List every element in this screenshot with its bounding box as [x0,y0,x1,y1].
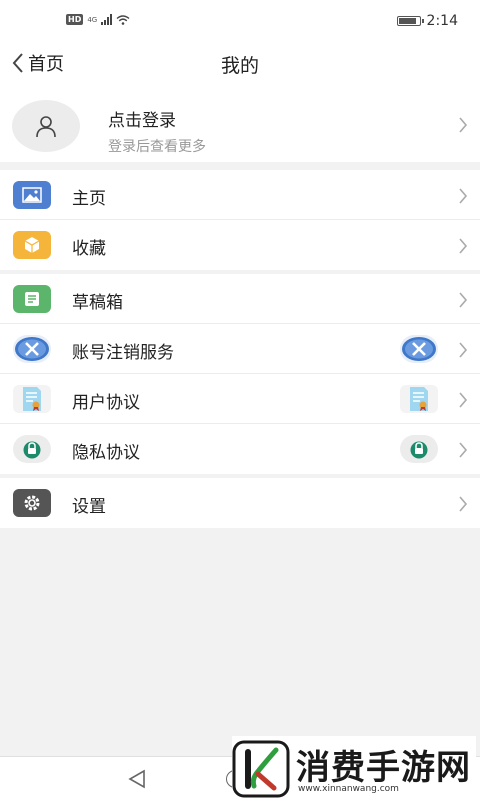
triangle-back-icon[interactable] [126,769,148,789]
menu-item-account-deletion[interactable]: 账号注销服务 [0,324,480,374]
menu-label: 设置 [72,497,106,517]
wifi-icon [116,14,130,25]
menu-item-user-agreement[interactable]: 用户协议 [0,374,480,424]
watermark-logo-icon [232,740,290,798]
menu-section-1: 主页 收藏 [0,170,480,270]
chevron-right-icon [459,442,468,458]
chevron-right-icon [459,117,468,133]
user-icon [36,116,56,138]
gear-icon [13,489,51,517]
image-icon [13,181,51,209]
login-title: 点击登录 [108,111,176,131]
signal-icon [101,14,113,25]
lock-icon [13,435,51,463]
document-icon [13,285,51,313]
x-circle-icon [13,335,51,363]
status-left: HD 4G [66,14,130,25]
menu-label: 账号注销服务 [72,343,174,363]
certificate-icon [400,385,438,413]
battery-icon [396,16,424,26]
network-type: 4G [87,15,98,24]
watermark-url: www.xinnanwang.com [298,784,399,794]
chevron-right-icon [459,496,468,512]
lock-icon [400,435,438,463]
box-icon [13,231,51,259]
menu-section-3: 设置 [0,478,480,528]
certificate-icon [13,385,51,413]
x-circle-icon [400,335,438,363]
menu-label: 用户协议 [72,393,140,413]
chevron-right-icon [459,238,468,254]
login-subtitle: 登录后查看更多 [108,139,206,155]
menu-label: 草稿箱 [72,293,123,313]
avatar [12,100,80,152]
menu-item-privacy-policy[interactable]: 隐私协议 [0,424,480,474]
menu-item-settings[interactable]: 设置 [0,478,480,528]
clock: 2:14 [426,13,458,29]
nav-bar: 首页 我的 [0,44,480,90]
menu-item-favorites[interactable]: 收藏 [0,220,480,270]
menu-label: 收藏 [72,239,106,259]
chevron-right-icon [459,392,468,408]
status-bar: HD 4G 2:14 [0,0,480,44]
menu-label: 隐私协议 [72,443,140,463]
chevron-right-icon [459,188,468,204]
menu-section-2: 草稿箱 账号注销服务 用户协议 隐私协议 [0,274,480,474]
menu-item-drafts[interactable]: 草稿箱 [0,274,480,324]
chevron-right-icon [459,342,468,358]
page-title: 我的 [220,55,259,77]
login-card[interactable]: 点击登录 登录后查看更多 [0,90,480,162]
chevron-right-icon [459,292,468,308]
watermark-name: 消费手游网 [296,748,471,788]
menu-item-home[interactable]: 主页 [0,170,480,220]
hd-badge: HD [66,14,84,25]
watermark: 消费手游网 www.xinnanwang.com [232,736,476,800]
menu-label: 主页 [72,189,106,209]
status-right: 2:14 [396,13,458,29]
